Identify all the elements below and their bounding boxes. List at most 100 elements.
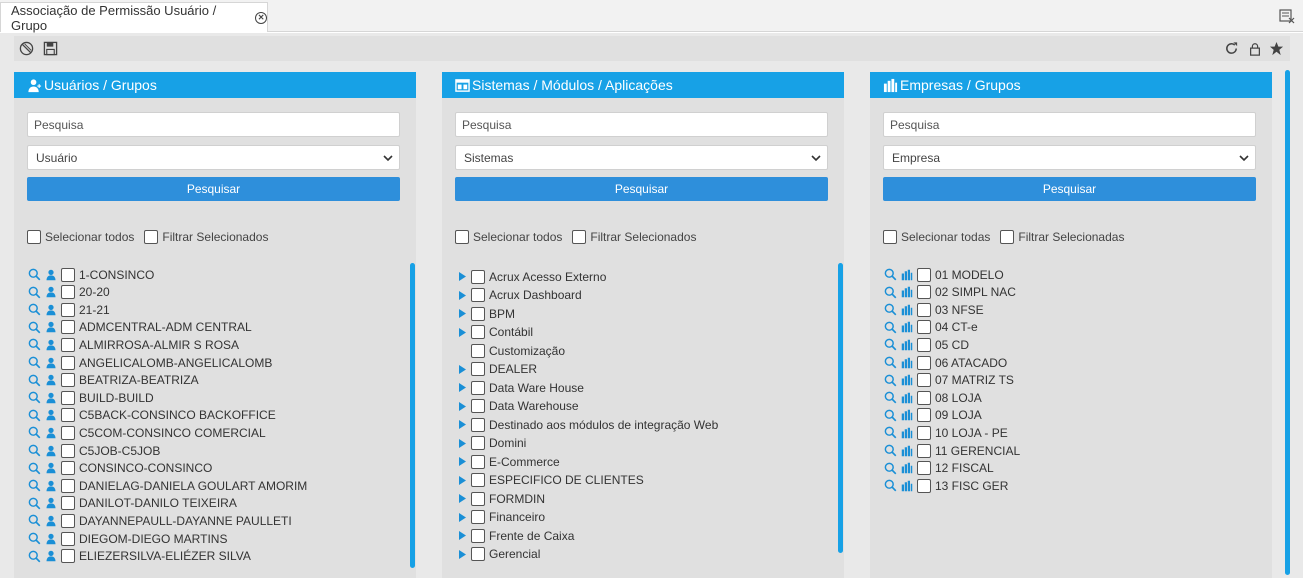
item-checkbox[interactable] [471,454,485,469]
list-item[interactable]: C5JOB-C5JOB [27,442,160,459]
list-item[interactable]: DANIELAG-DANIELA GOULART AMORIM [27,477,307,494]
tree-item[interactable]: Customização [457,342,565,359]
item-checkbox[interactable] [917,443,931,458]
search-icon[interactable] [883,320,897,334]
tree-item[interactable]: Financeiro [457,509,545,526]
companies-filter-checkbox[interactable] [1000,230,1015,244]
expand-arrow-icon[interactable] [457,308,467,320]
systems-scrollbar[interactable] [838,263,843,553]
search-icon[interactable] [27,338,41,352]
tab-list-icon[interactable] [1277,6,1297,26]
search-icon[interactable] [27,479,41,493]
item-checkbox[interactable] [917,390,931,405]
search-icon[interactable] [27,373,41,387]
list-item[interactable]: 04 CT-e [883,319,978,336]
item-checkbox[interactable] [61,478,75,493]
item-checkbox[interactable] [917,267,931,282]
companies-type-select[interactable]: Empresa [883,145,1256,170]
item-checkbox[interactable] [61,531,75,546]
search-icon[interactable] [883,268,897,282]
list-item[interactable]: 20-20 [27,284,110,301]
expand-arrow-icon[interactable] [457,474,467,486]
list-item[interactable]: C5BACK-CONSINCO BACKOFFICE [27,407,276,424]
save-icon[interactable] [42,40,59,57]
list-item[interactable]: DANILOT-DANILO TEIXEIRA [27,495,237,512]
item-checkbox[interactable] [917,355,931,370]
item-checkbox[interactable] [917,285,931,300]
item-checkbox[interactable] [471,362,485,376]
tree-item[interactable]: Data Warehouse [457,398,579,415]
item-checkbox[interactable] [471,288,485,302]
list-item[interactable]: 21-21 [27,301,110,318]
item-checkbox[interactable] [917,425,931,440]
systems-type-select[interactable]: Sistemas [455,145,828,170]
users-filter-checkbox[interactable] [144,230,159,244]
item-checkbox[interactable] [61,390,75,405]
list-item[interactable]: 10 LOJA - PE [883,424,1008,441]
close-icon[interactable]: ✕ [255,11,267,24]
expand-arrow-icon[interactable] [457,530,467,542]
item-checkbox[interactable] [917,408,931,423]
expand-arrow-icon[interactable] [457,511,467,523]
companies-select-all-checkbox[interactable] [883,230,897,244]
item-checkbox[interactable] [61,496,75,511]
item-checkbox[interactable] [61,267,75,282]
item-checkbox[interactable] [61,461,75,476]
item-checkbox[interactable] [471,380,485,395]
expand-arrow-icon[interactable] [457,400,467,412]
list-item[interactable]: 06 ATACADO [883,354,1007,371]
list-item[interactable]: 11 GERENCIAL [883,442,1020,459]
item-checkbox[interactable] [917,337,931,352]
tree-item[interactable]: Acrux Acesso Externo [457,268,606,285]
list-item[interactable]: 13 FISC GER [883,477,1008,494]
users-search-input[interactable] [27,112,400,137]
search-icon[interactable] [883,356,897,370]
list-item[interactable]: 02 SIMPL NAC [883,284,1016,301]
tab-permissions[interactable]: Associação de Permissão Usuário / Grupo … [0,2,268,33]
companies-list[interactable]: 01 MODELO 02 SIMPL NAC 03 NFSE 04 CT-e 05 CD… [870,261,1272,578]
search-icon[interactable] [27,549,41,563]
item-checkbox[interactable] [61,285,75,300]
expand-arrow-icon[interactable] [457,419,467,431]
search-icon[interactable] [27,514,41,528]
list-item[interactable]: ELIEZERSILVA-ELIÉZER SILVA [27,548,251,565]
search-icon[interactable] [27,532,41,546]
search-icon[interactable] [883,426,897,440]
list-item[interactable]: DAYANNEPAULL-DAYANNE PAULLETI [27,512,292,529]
item-checkbox[interactable] [471,528,485,543]
list-item[interactable]: 01 MODELO [883,266,1004,283]
search-icon[interactable] [27,444,41,458]
item-checkbox[interactable] [471,325,485,339]
search-icon[interactable] [883,303,897,317]
item-checkbox[interactable] [61,443,75,458]
search-icon[interactable] [883,391,897,405]
list-item[interactable]: ADMCENTRAL-ADM CENTRAL [27,319,252,336]
tree-item[interactable]: Domini [457,435,526,452]
list-item[interactable]: BUILD-BUILD [27,389,154,406]
search-icon[interactable] [883,285,897,299]
list-item[interactable]: CONSINCO-CONSINCO [27,460,212,477]
search-icon[interactable] [883,338,897,352]
list-item[interactable]: 12 FISCAL [883,460,994,477]
item-checkbox[interactable] [61,355,75,370]
list-item[interactable]: 05 CD [883,336,969,353]
list-item[interactable]: DIEGOM-DIEGO MARTINS [27,530,227,547]
systems-list[interactable]: Acrux Acesso Externo Acrux Dashboard BPM Co… [442,261,844,578]
users-search-button[interactable]: Pesquisar [27,177,400,201]
item-checkbox[interactable] [471,306,485,321]
expand-arrow-icon[interactable] [457,271,467,283]
search-icon[interactable] [27,356,41,370]
item-checkbox[interactable] [471,343,485,358]
list-item[interactable]: ALMIRROSA-ALMIR S ROSA [27,336,239,353]
item-checkbox[interactable] [61,408,75,423]
star-icon[interactable] [1268,40,1285,57]
list-item[interactable]: 07 MATRIZ TS [883,372,1014,389]
item-checkbox[interactable] [471,436,485,450]
item-checkbox[interactable] [471,473,485,487]
expand-arrow-icon[interactable] [457,456,467,468]
search-icon[interactable] [27,496,41,510]
list-item[interactable]: ANGELICALOMB-ANGELICALOMB [27,354,272,371]
users-select-all-checkbox[interactable] [27,230,41,244]
search-icon[interactable] [27,391,41,405]
companies-search-input[interactable] [883,112,1256,137]
